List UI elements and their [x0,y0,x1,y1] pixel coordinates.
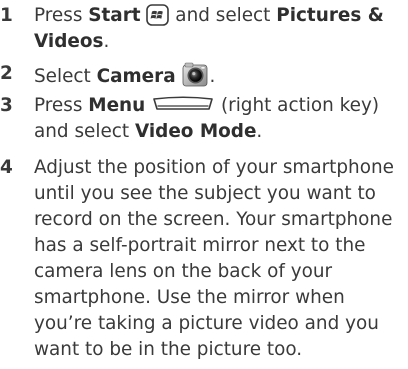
text-and-select: and select [34,121,130,142]
step-line: Adjust the position of your smartphone [34,157,394,178]
text-right-action-key: (right action key) [220,95,380,116]
step-line: want to be in the picture too. [34,339,303,360]
step-number: 1 [0,5,13,26]
label-videos: Videos [34,31,104,52]
step-number: 3 [0,95,13,116]
step-text: Press Start and select Pictures & Videos… [34,4,384,52]
right-action-key-icon [151,94,215,120]
step-text: Adjust the position of your smartphone u… [34,155,406,363]
text-press: Press [34,95,83,116]
step-number: 2 [0,63,13,84]
label-start: Start [88,5,141,26]
step-line: has a self-portrait mirror next to the [34,235,366,256]
windows-start-key-icon [146,4,170,34]
step-text: Press Menu (right action key) and select… [34,94,380,142]
step-line: camera lens on the back of your [34,261,333,282]
step-line: record on the screen. Your smartphone [34,209,393,230]
label-pictures-videos: Pictures & [276,5,384,26]
text-select: Select [34,66,91,87]
step-text: Select Camera . [34,61,406,87]
label-video-mode: Video Mode [134,121,257,142]
instruction-steps: 1 Press Start and select Pictures & Vide… [0,0,408,369]
step-number: 4 [0,157,13,178]
step-line: you’re taking a picture video and you [34,313,379,334]
step-line: smartphone. Use the mirror when [34,287,345,308]
step-line: until you see the subject you want to [34,183,376,204]
camera-icon [181,61,209,97]
text-and-select: and select [175,5,271,26]
label-menu: Menu [88,95,146,116]
label-camera: Camera [96,66,176,87]
text-press: Press [34,5,83,26]
